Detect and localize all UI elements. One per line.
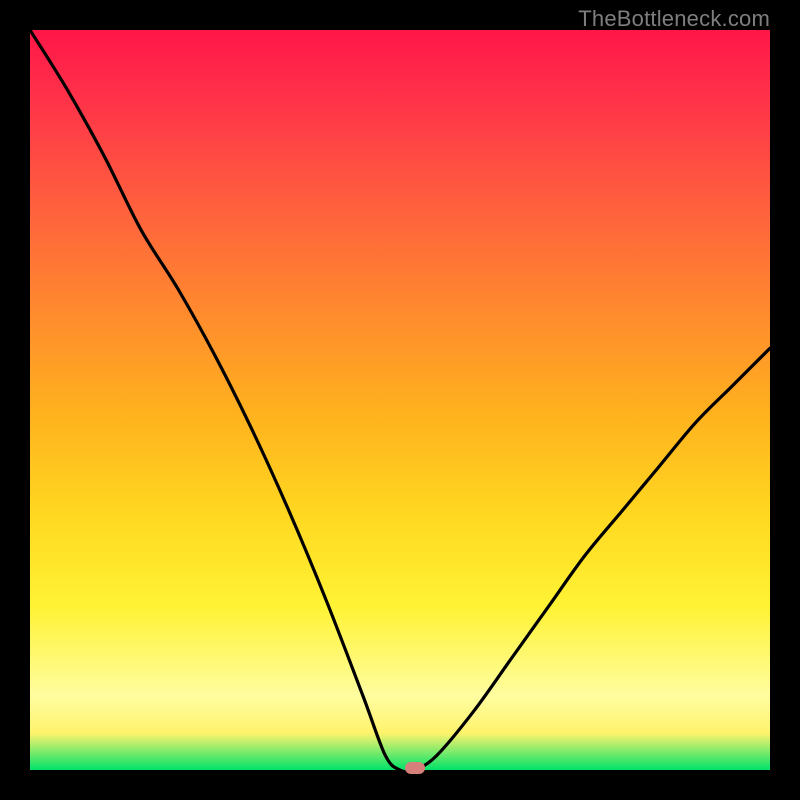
optimal-point-marker bbox=[405, 762, 425, 774]
bottleneck-curve bbox=[30, 30, 770, 770]
plot-area bbox=[30, 30, 770, 770]
curve-path bbox=[30, 30, 770, 770]
chart-container: TheBottleneck.com bbox=[0, 0, 800, 800]
watermark-text: TheBottleneck.com bbox=[578, 6, 770, 32]
